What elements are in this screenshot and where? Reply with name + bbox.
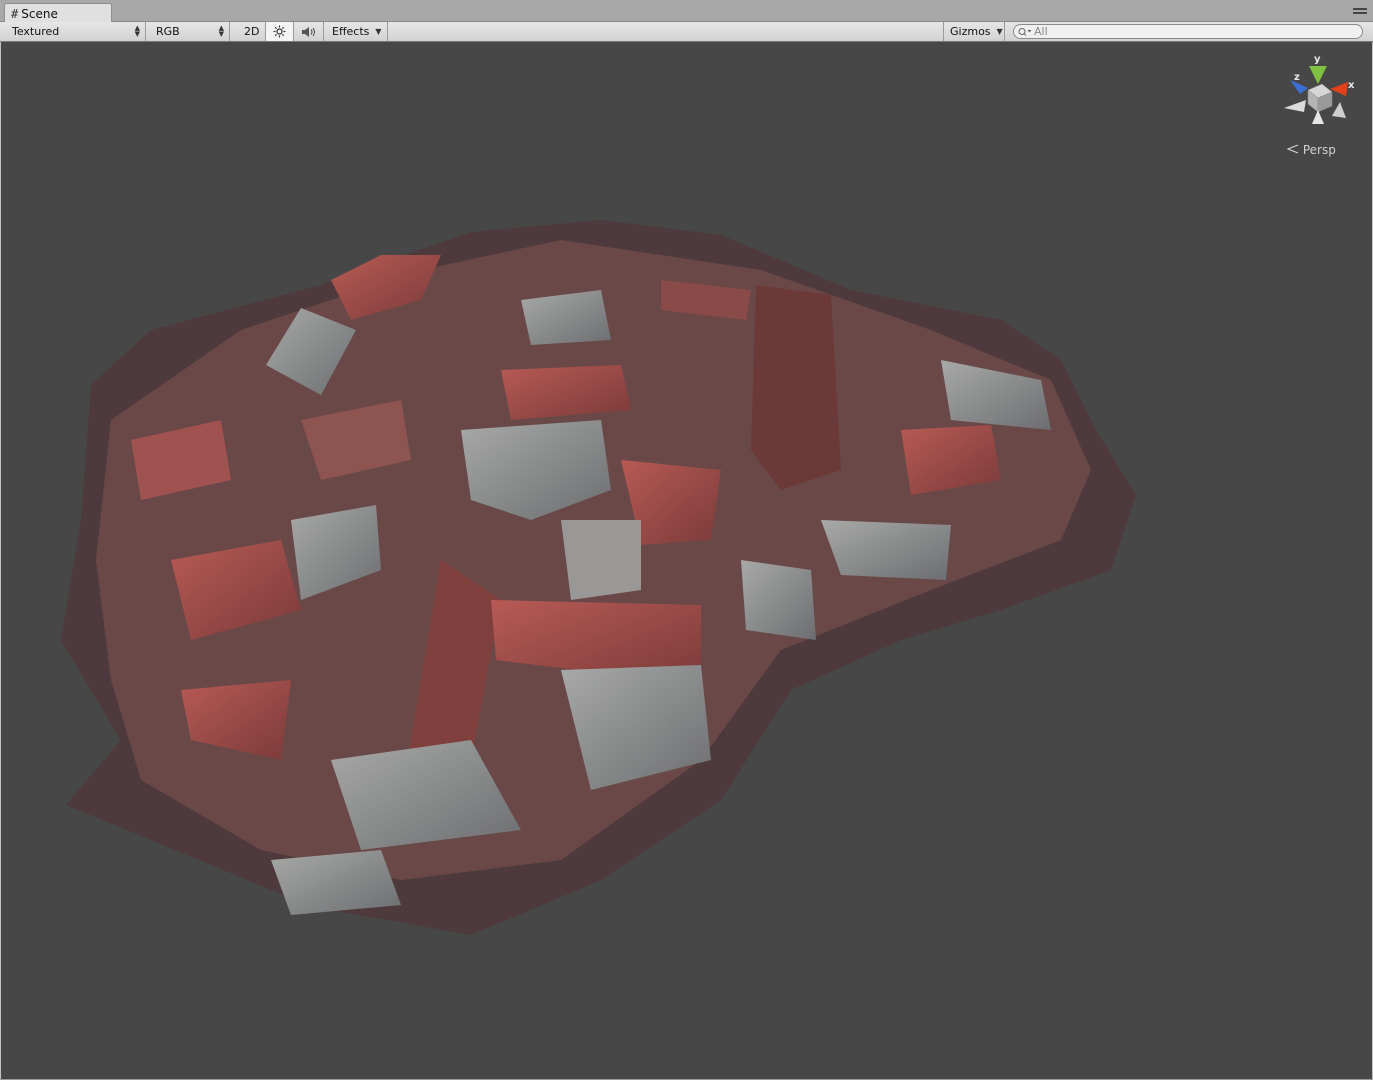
gizmos-label: Gizmos [950, 25, 991, 38]
lighting-toggle[interactable] [266, 22, 294, 41]
scene-toolbar: Textured ▲▼ RGB ▲▼ 2D Effects ▼ Gizmos [0, 22, 1373, 42]
y-axis-label: y [1314, 54, 1321, 65]
search-field[interactable]: All [1013, 24, 1363, 39]
x-axis-cone[interactable] [1330, 82, 1348, 96]
orientation-gizmo[interactable]: y x z [1276, 52, 1360, 132]
audio-toggle[interactable] [294, 22, 324, 41]
effects-dropdown[interactable]: Effects ▼ [326, 22, 388, 41]
render-mode-label: RGB [156, 25, 180, 38]
tab-bar: # Scene [0, 0, 1373, 23]
x-axis-label: x [1348, 80, 1355, 91]
scene-viewport[interactable]: y x z Persp [1, 42, 1372, 1079]
dropdown-arrow-icon: ▼ [375, 27, 382, 36]
tab-scene-label: Scene [21, 6, 58, 21]
perspective-icon [1286, 144, 1299, 154]
projection-toggle[interactable]: Persp [1286, 143, 1336, 157]
sun-icon [273, 25, 286, 38]
dropdown-arrow-icon: ▼ [996, 27, 1003, 36]
tab-scene[interactable]: # Scene [4, 3, 112, 23]
scene-grid-icon: # [11, 6, 19, 21]
projection-label: Persp [1302, 143, 1336, 157]
speaker-icon [301, 26, 315, 37]
updown-arrows-icon: ▲ ▼ [218, 24, 224, 38]
draw-mode-label: Textured [12, 25, 60, 38]
render-mode-dropdown[interactable]: RGB ▲ ▼ [150, 22, 230, 41]
y-axis-cone[interactable] [1309, 66, 1327, 84]
brick-rubble-mesh [61, 220, 1136, 935]
neg-x-cone[interactable] [1284, 100, 1306, 112]
z-axis-label: z [1294, 72, 1300, 83]
search-icon [1018, 27, 1032, 36]
draw-mode-dropdown[interactable]: Textured ▲ ▼ [6, 22, 146, 41]
gizmos-dropdown[interactable]: Gizmos ▼ [943, 22, 1005, 41]
neg-z-cone[interactable] [1332, 102, 1346, 118]
toggle-2d-button[interactable]: 2D [238, 22, 266, 41]
neg-y-cone[interactable] [1312, 110, 1324, 124]
tab-menu-icon[interactable] [1353, 8, 1367, 18]
updown-arrows-icon: ▲ ▼ [134, 24, 140, 38]
search-placeholder: All [1034, 25, 1048, 38]
toggle-2d-label: 2D [244, 25, 260, 38]
effects-label: Effects [332, 25, 370, 38]
